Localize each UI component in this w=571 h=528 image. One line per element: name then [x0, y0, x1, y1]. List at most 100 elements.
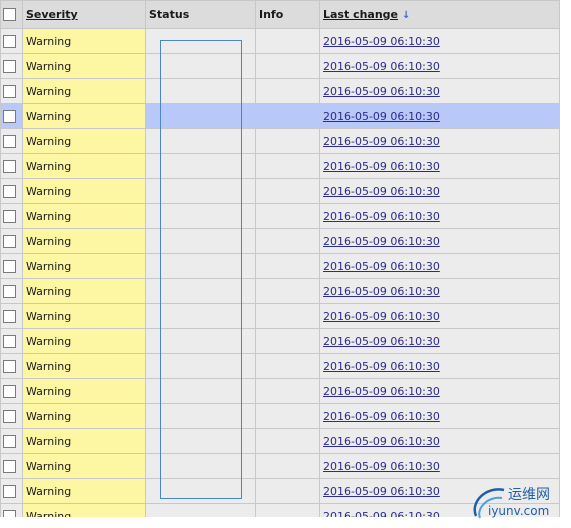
last-change-link[interactable]: 2016-05-09 06:10:30 [323, 485, 440, 498]
severity-sort-link[interactable]: Severity [26, 8, 78, 21]
severity-cell: Warning [22, 103, 146, 129]
last-change-header[interactable]: Last change ↓ [319, 0, 560, 29]
table-row[interactable]: Warning 2016-05-09 06:10:30 [0, 153, 560, 179]
last-change-cell: 2016-05-09 06:10:30 [319, 178, 560, 204]
last-change-link[interactable]: 2016-05-09 06:10:30 [323, 510, 440, 518]
last-change-cell: 2016-05-09 06:10:30 [319, 253, 560, 279]
info-cell [255, 378, 320, 404]
last-change-link[interactable]: 2016-05-09 06:10:30 [323, 110, 440, 123]
row-checkbox[interactable] [3, 509, 16, 517]
table-row[interactable]: Warning 2016-05-09 06:10:30 [0, 453, 560, 479]
row-checkbox[interactable] [3, 134, 16, 148]
info-cell [255, 303, 320, 329]
row-select-cell [0, 453, 23, 479]
row-select-cell [0, 178, 23, 204]
row-select-cell [0, 503, 23, 517]
row-checkbox[interactable] [3, 384, 16, 398]
table-row[interactable]: Warning 2016-05-09 06:10:30 [0, 28, 560, 54]
table-row[interactable]: Warning 2016-05-09 06:10:30 [0, 228, 560, 254]
last-change-link[interactable]: 2016-05-09 06:10:30 [323, 385, 440, 398]
row-checkbox[interactable] [3, 59, 16, 73]
select-all-cell [0, 0, 23, 29]
last-change-cell: 2016-05-09 06:10:30 [319, 328, 560, 354]
row-checkbox[interactable] [3, 259, 16, 273]
last-change-cell: 2016-05-09 06:10:30 [319, 403, 560, 429]
last-change-link[interactable]: 2016-05-09 06:10:30 [323, 35, 440, 48]
row-checkbox[interactable] [3, 334, 16, 348]
row-select-cell [0, 328, 23, 354]
row-checkbox[interactable] [3, 34, 16, 48]
row-checkbox[interactable] [3, 159, 16, 173]
status-cell [145, 328, 256, 354]
severity-cell: Warning [22, 178, 146, 204]
info-cell [255, 503, 320, 517]
last-change-link[interactable]: 2016-05-09 06:10:30 [323, 260, 440, 273]
row-checkbox[interactable] [3, 459, 16, 473]
table-row[interactable]: Warning 2016-05-09 06:10:30 [0, 78, 560, 104]
table-row[interactable]: Warning 2016-05-09 06:10:30 [0, 353, 560, 379]
info-cell [255, 228, 320, 254]
last-change-link[interactable]: 2016-05-09 06:10:30 [323, 235, 440, 248]
table-row[interactable]: Warning 2016-05-09 06:10:30 [0, 378, 560, 404]
severity-cell: Warning [22, 53, 146, 79]
row-checkbox[interactable] [3, 409, 16, 423]
table-row[interactable]: Warning 2016-05-09 06:10:30 [0, 428, 560, 454]
row-checkbox[interactable] [3, 309, 16, 323]
row-checkbox[interactable] [3, 484, 16, 498]
info-cell [255, 253, 320, 279]
row-checkbox[interactable] [3, 234, 16, 248]
last-change-cell: 2016-05-09 06:10:30 [319, 353, 560, 379]
info-cell [255, 203, 320, 229]
severity-header[interactable]: Severity [22, 0, 146, 29]
row-checkbox[interactable] [3, 209, 16, 223]
last-change-link[interactable]: 2016-05-09 06:10:30 [323, 135, 440, 148]
row-checkbox[interactable] [3, 84, 16, 98]
row-checkbox[interactable] [3, 284, 16, 298]
severity-cell: Warning [22, 478, 146, 504]
last-change-link[interactable]: 2016-05-09 06:10:30 [323, 60, 440, 73]
info-cell [255, 353, 320, 379]
table-row[interactable]: Warning 2016-05-09 06:10:30 [0, 328, 560, 354]
severity-cell: Warning [22, 78, 146, 104]
table-row[interactable]: Warning 2016-05-09 06:10:30 [0, 53, 560, 79]
table-row[interactable]: Warning 2016-05-09 06:10:30 [0, 103, 560, 129]
status-cell [145, 28, 256, 54]
last-change-link[interactable]: 2016-05-09 06:10:30 [323, 185, 440, 198]
table-row[interactable]: Warning 2016-05-09 06:10:30 [0, 403, 560, 429]
last-change-link[interactable]: 2016-05-09 06:10:30 [323, 85, 440, 98]
status-cell [145, 403, 256, 429]
sort-descending-icon: ↓ [402, 10, 411, 21]
info-cell [255, 453, 320, 479]
last-change-cell: 2016-05-09 06:10:30 [319, 203, 560, 229]
last-change-link[interactable]: 2016-05-09 06:10:30 [323, 210, 440, 223]
status-cell [145, 503, 256, 517]
status-cell [145, 453, 256, 479]
select-all-checkbox[interactable] [3, 8, 16, 22]
row-checkbox[interactable] [3, 434, 16, 448]
info-cell [255, 128, 320, 154]
table-row[interactable]: Warning 2016-05-09 06:10:30 [0, 253, 560, 279]
row-checkbox[interactable] [3, 184, 16, 198]
row-checkbox[interactable] [3, 359, 16, 373]
row-select-cell [0, 253, 23, 279]
row-checkbox[interactable] [3, 109, 16, 123]
last-change-link[interactable]: 2016-05-09 06:10:30 [323, 310, 440, 323]
severity-cell: Warning [22, 28, 146, 54]
row-select-cell [0, 428, 23, 454]
last-change-link[interactable]: 2016-05-09 06:10:30 [323, 410, 440, 423]
last-change-sort-link[interactable]: Last change [323, 8, 398, 21]
last-change-link[interactable]: 2016-05-09 06:10:30 [323, 460, 440, 473]
table-row[interactable]: Warning 2016-05-09 06:10:30 [0, 128, 560, 154]
last-change-link[interactable]: 2016-05-09 06:10:30 [323, 335, 440, 348]
events-table: Severity Status Info Last change ↓ Warnin… [0, 0, 560, 517]
last-change-link[interactable]: 2016-05-09 06:10:30 [323, 285, 440, 298]
last-change-link[interactable]: 2016-05-09 06:10:30 [323, 160, 440, 173]
severity-cell: Warning [22, 128, 146, 154]
table-row[interactable]: Warning 2016-05-09 06:10:30 [0, 303, 560, 329]
last-change-link[interactable]: 2016-05-09 06:10:30 [323, 435, 440, 448]
table-row[interactable]: Warning 2016-05-09 06:10:30 [0, 178, 560, 204]
table-body: Warning 2016-05-09 06:10:30 Warning 2016-05… [0, 28, 560, 518]
last-change-link[interactable]: 2016-05-09 06:10:30 [323, 360, 440, 373]
table-row[interactable]: Warning 2016-05-09 06:10:30 [0, 203, 560, 229]
table-row[interactable]: Warning 2016-05-09 06:10:30 [0, 278, 560, 304]
